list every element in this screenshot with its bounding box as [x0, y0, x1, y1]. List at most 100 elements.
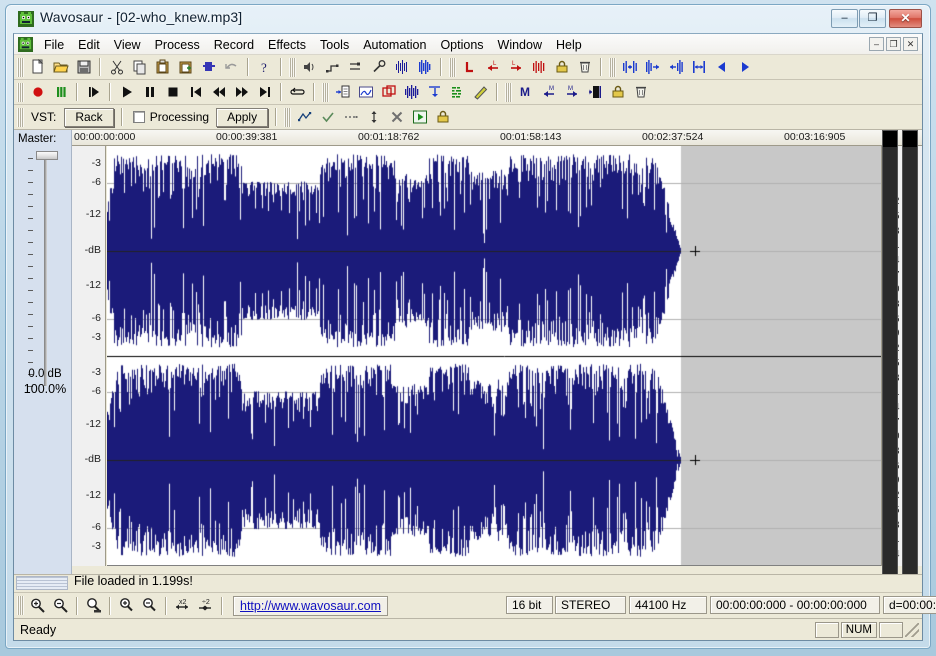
pencil-icon[interactable]	[469, 81, 492, 103]
volume-icon[interactable]	[298, 56, 321, 78]
menu-help[interactable]: Help	[549, 36, 589, 54]
window-maximize-button[interactable]: ❐	[859, 9, 886, 28]
fast-forward-icon[interactable]	[230, 81, 253, 103]
marker-m-icon[interactable]: M	[514, 81, 537, 103]
menu-options[interactable]: Options	[433, 36, 490, 54]
select-all-icon[interactable]	[618, 56, 641, 78]
menu-edit[interactable]: Edit	[71, 36, 107, 54]
vst-processing-checkbox[interactable]: Processing	[132, 110, 209, 124]
marker-m-right-icon[interactable]: M	[560, 81, 583, 103]
toolbar-grip[interactable]	[17, 57, 24, 77]
menu-tools[interactable]: Tools	[313, 36, 356, 54]
toolbar-grip[interactable]	[449, 57, 456, 77]
menu-window[interactable]: Window	[491, 36, 549, 54]
marker-l-icon[interactable]	[458, 56, 481, 78]
lock-yellow-icon[interactable]	[431, 106, 454, 128]
trash-icon[interactable]	[629, 81, 652, 103]
zoom-selection-icon[interactable]	[82, 595, 105, 617]
record-pause-icon[interactable]	[49, 81, 72, 103]
play-green-icon[interactable]	[408, 106, 431, 128]
mdi-minimize-button[interactable]: –	[869, 37, 884, 51]
zoom-div2-icon[interactable]: ÷2	[194, 595, 217, 617]
skip-end-icon[interactable]	[253, 81, 276, 103]
toolbar-grip[interactable]	[17, 82, 24, 102]
window-minimize-button[interactable]: –	[831, 9, 858, 28]
zoom-out-icon[interactable]	[49, 595, 72, 617]
mdi-restore-button[interactable]: ❐	[886, 37, 901, 51]
loop-icon[interactable]	[286, 81, 309, 103]
menu-effects[interactable]: Effects	[261, 36, 313, 54]
select-next-icon[interactable]	[641, 56, 664, 78]
website-link-field[interactable]: http://www.wavosaur.com	[233, 595, 389, 616]
help-icon[interactable]: ?	[253, 56, 276, 78]
play-right-icon[interactable]	[733, 56, 756, 78]
resize-grip[interactable]	[905, 622, 919, 637]
lock-icon[interactable]	[606, 81, 629, 103]
stop-icon[interactable]	[161, 81, 184, 103]
waveform-canvas[interactable]	[107, 146, 902, 565]
timeline-ruler[interactable]: 00:00:00:000 00:00:39:381 00:01:18:762 00:0…	[72, 130, 922, 146]
marker-left-icon[interactable]: L	[481, 56, 504, 78]
master-fader-handle[interactable]	[36, 151, 58, 160]
crop-icon[interactable]	[377, 81, 400, 103]
vst-rack-button[interactable]: Rack	[64, 107, 114, 127]
open-file-icon[interactable]	[49, 56, 72, 78]
zoom-vertical-out-icon[interactable]	[138, 595, 161, 617]
toolbar-grip[interactable]	[17, 107, 24, 127]
fade-icon[interactable]	[344, 56, 367, 78]
vst-apply-button[interactable]: Apply	[216, 107, 269, 127]
paste-icon[interactable]	[151, 56, 174, 78]
select-prev-icon[interactable]	[664, 56, 687, 78]
batch-processor-icon[interactable]	[331, 81, 354, 103]
master-fader-track[interactable]	[44, 154, 47, 386]
pause-icon[interactable]	[138, 81, 161, 103]
toolbar-grip[interactable]	[322, 82, 329, 102]
amplify-icon[interactable]	[413, 56, 436, 78]
play-left-icon[interactable]	[710, 56, 733, 78]
marker-right-icon[interactable]: L	[504, 56, 527, 78]
marker-m-left-icon[interactable]: M	[537, 81, 560, 103]
new-file-icon[interactable]	[26, 56, 49, 78]
mdi-close-button[interactable]: ✕	[903, 37, 918, 51]
vertical-arrows-icon[interactable]	[362, 106, 385, 128]
menu-process[interactable]: Process	[148, 36, 207, 54]
toolbar-grip[interactable]	[609, 57, 616, 77]
normalize-icon[interactable]	[390, 56, 413, 78]
dashed-line-icon[interactable]	[339, 106, 362, 128]
marker-split-icon[interactable]	[527, 56, 550, 78]
delete-x-icon[interactable]	[385, 106, 408, 128]
region-icon[interactable]	[583, 81, 606, 103]
toolbar-grip[interactable]	[17, 596, 24, 615]
toolbar-grip[interactable]	[289, 57, 296, 77]
pitch-icon[interactable]	[423, 81, 446, 103]
menu-automation[interactable]: Automation	[356, 36, 433, 54]
paste-new-icon[interactable]	[174, 56, 197, 78]
undo-icon[interactable]	[220, 56, 243, 78]
zoom-in-icon[interactable]	[26, 595, 49, 617]
record-icon[interactable]	[26, 81, 49, 103]
toolbar-grip[interactable]	[284, 107, 292, 127]
envelope-point-icon[interactable]	[293, 106, 316, 128]
rewind-icon[interactable]	[207, 81, 230, 103]
check-icon[interactable]	[316, 106, 339, 128]
tools-icon[interactable]	[367, 56, 390, 78]
save-file-icon[interactable]	[72, 56, 95, 78]
paste-special-icon[interactable]	[197, 56, 220, 78]
toolbar-grip[interactable]	[505, 82, 512, 102]
wavosaur-website-link[interactable]: http://www.wavosaur.com	[240, 599, 381, 613]
skip-start-icon[interactable]	[184, 81, 207, 103]
play-selection-icon[interactable]	[82, 81, 105, 103]
lock-icon[interactable]	[550, 56, 573, 78]
delete-icon[interactable]	[573, 56, 596, 78]
window-close-button[interactable]: ✕	[889, 9, 922, 28]
envelope-icon[interactable]	[321, 56, 344, 78]
copy-icon[interactable]	[128, 56, 151, 78]
scroll-lines-widget[interactable]	[16, 576, 68, 590]
menu-record[interactable]: Record	[207, 36, 261, 54]
spectral-icon[interactable]	[446, 81, 469, 103]
zoom-vertical-in-icon[interactable]	[115, 595, 138, 617]
menu-file[interactable]: File	[37, 36, 71, 54]
select-between-icon[interactable]	[687, 56, 710, 78]
waveform-icon[interactable]	[400, 81, 423, 103]
waveform-display[interactable]	[107, 146, 902, 566]
